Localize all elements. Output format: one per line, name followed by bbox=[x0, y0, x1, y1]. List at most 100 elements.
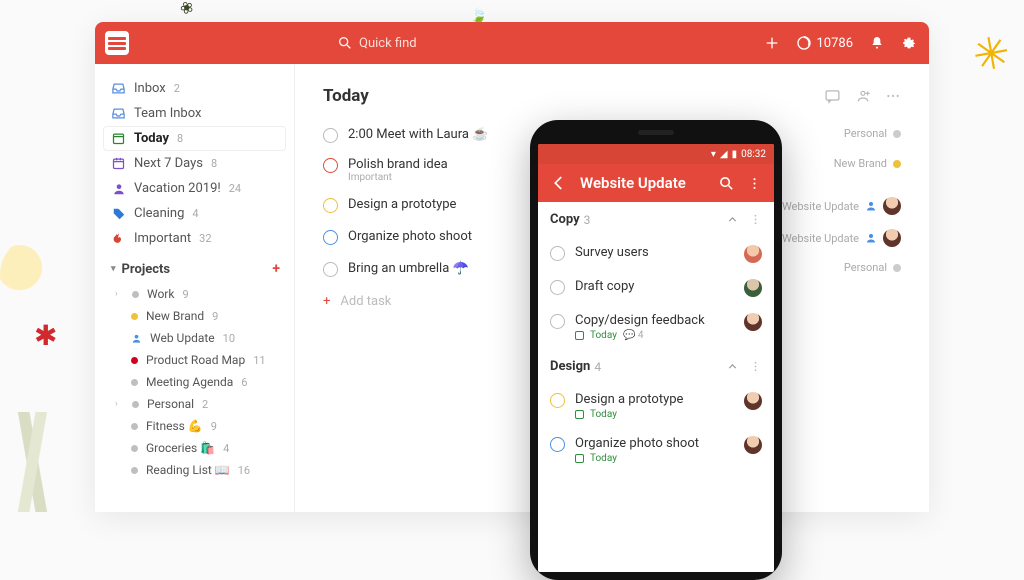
sidebar-item-label-cleaning[interactable]: Cleaning 4 bbox=[95, 201, 294, 226]
search-icon[interactable] bbox=[718, 175, 735, 192]
phone-task-row[interactable]: Draft copy bbox=[538, 271, 774, 305]
phone-task-row[interactable]: Design a prototypeToday bbox=[538, 384, 774, 428]
sidebar-item-team-inbox[interactable]: Team Inbox bbox=[95, 101, 294, 126]
today-icon bbox=[111, 131, 126, 146]
project-color-dot bbox=[893, 130, 901, 138]
task-checkbox[interactable] bbox=[323, 230, 338, 245]
person-icon bbox=[865, 200, 877, 212]
phone-mockup: ▾ ◢ ▮ 08:32 Website Update Copy3Survey u… bbox=[530, 120, 782, 580]
sidebar-item-count: 8 bbox=[211, 157, 217, 170]
back-icon[interactable] bbox=[550, 174, 568, 192]
decor-blob bbox=[0, 238, 65, 312]
more-vertical-icon[interactable] bbox=[749, 213, 762, 226]
sidebar-item-next7[interactable]: Next 7 Days 8 bbox=[95, 151, 294, 176]
avatar bbox=[883, 197, 901, 215]
avatar bbox=[883, 229, 901, 247]
task-checkbox[interactable] bbox=[323, 128, 338, 143]
due-label: Today bbox=[590, 453, 617, 464]
phone-task-row[interactable]: Copy/design feedbackToday💬 4 bbox=[538, 305, 774, 349]
quick-find[interactable] bbox=[137, 35, 756, 51]
task-title: Organize photo shoot bbox=[575, 436, 699, 451]
add-project-icon[interactable]: + bbox=[272, 261, 280, 277]
project-count: 16 bbox=[238, 464, 250, 477]
section-name: Copy bbox=[550, 212, 580, 227]
project-count: 9 bbox=[212, 310, 218, 323]
sidebar-item-inbox[interactable]: Inbox 2 bbox=[95, 76, 294, 101]
task-checkbox[interactable] bbox=[550, 437, 565, 452]
project-item[interactable]: Groceries 🛍️ 4 bbox=[95, 437, 294, 459]
tag-icon bbox=[111, 206, 126, 221]
more-vertical-icon[interactable] bbox=[747, 176, 762, 191]
sidebar-item-label: Important bbox=[134, 231, 191, 246]
phone-task-row[interactable]: Survey users bbox=[538, 237, 774, 271]
task-meta: Website Update bbox=[782, 229, 901, 247]
karma-points[interactable]: 10786 bbox=[796, 35, 853, 51]
share-icon[interactable] bbox=[855, 88, 871, 104]
project-count: 2 bbox=[202, 398, 208, 411]
bell-icon[interactable] bbox=[869, 35, 885, 51]
person-icon bbox=[865, 232, 877, 244]
sidebar-item-count: 8 bbox=[177, 132, 183, 145]
task-checkbox[interactable] bbox=[550, 393, 565, 408]
app-logo[interactable] bbox=[105, 31, 129, 55]
task-title: Draft copy bbox=[575, 279, 634, 294]
task-meta: New Brand bbox=[834, 157, 901, 170]
chevron-up-icon[interactable] bbox=[726, 360, 739, 373]
project-color-dot bbox=[131, 423, 138, 430]
task-checkbox[interactable] bbox=[550, 280, 565, 295]
sidebar-item-count: 24 bbox=[229, 182, 241, 195]
task-title: Survey users bbox=[575, 245, 649, 260]
project-color-dot bbox=[893, 264, 901, 272]
add-icon[interactable] bbox=[764, 35, 780, 51]
phone-section-header[interactable]: Copy3 bbox=[538, 202, 774, 237]
search-input[interactable] bbox=[359, 36, 499, 51]
project-color-dot bbox=[893, 160, 901, 168]
section-count: 4 bbox=[594, 360, 601, 374]
project-item[interactable]: Meeting Agenda6 bbox=[95, 371, 294, 393]
more-vertical-icon[interactable] bbox=[749, 360, 762, 373]
phone-task-row[interactable]: Organize photo shoot Today bbox=[538, 428, 774, 472]
projects-header-label: Projects bbox=[122, 262, 171, 277]
projects-header[interactable]: ▾ Projects + bbox=[95, 251, 294, 283]
calendar-icon bbox=[575, 454, 584, 463]
project-item[interactable]: New Brand9 bbox=[95, 305, 294, 327]
project-item[interactable]: ›Personal2 bbox=[95, 393, 294, 415]
decor-leaf: ❀ bbox=[177, 0, 197, 19]
sidebar-item-label: Inbox bbox=[134, 81, 166, 96]
chevron-up-icon[interactable] bbox=[726, 213, 739, 226]
project-item[interactable]: ›Work9 bbox=[95, 283, 294, 305]
task-checkbox[interactable] bbox=[550, 314, 565, 329]
phone-section-header[interactable]: Design4 bbox=[538, 349, 774, 384]
phone-title: Website Update bbox=[580, 174, 706, 192]
decor-sparkle: ✳︎ bbox=[969, 25, 1014, 83]
page-title: Today bbox=[323, 86, 810, 106]
project-color-dot bbox=[131, 467, 138, 474]
project-item[interactable]: Reading List 📖16 bbox=[95, 459, 294, 481]
project-count: 4 bbox=[223, 442, 229, 455]
comments-icon[interactable] bbox=[824, 88, 841, 105]
sidebar: Inbox 2 Team Inbox Today 8 bbox=[95, 64, 295, 512]
app-header: 10786 bbox=[95, 22, 929, 64]
calendar-icon bbox=[111, 156, 126, 171]
project-item[interactable]: Web Update10 bbox=[95, 327, 294, 349]
task-checkbox[interactable] bbox=[323, 158, 338, 173]
points-value: 10786 bbox=[816, 36, 853, 51]
gear-icon[interactable] bbox=[901, 35, 917, 51]
project-count: 9 bbox=[182, 288, 188, 301]
wifi-icon: ▾ bbox=[711, 149, 716, 160]
project-item[interactable]: Product Road Map11 bbox=[95, 349, 294, 371]
project-item[interactable]: Fitness 💪9 bbox=[95, 415, 294, 437]
task-checkbox[interactable] bbox=[323, 262, 338, 277]
sidebar-item-filter-important[interactable]: Important 32 bbox=[95, 226, 294, 251]
task-checkbox[interactable] bbox=[323, 198, 338, 213]
task-meta: Personal bbox=[844, 261, 901, 274]
sidebar-item-today[interactable]: Today 8 bbox=[103, 126, 286, 151]
project-label: Work bbox=[147, 287, 174, 301]
more-icon[interactable] bbox=[885, 88, 901, 104]
person-icon bbox=[131, 333, 142, 344]
task-project-label: New Brand bbox=[834, 157, 887, 170]
decor-asterisk: ✱ bbox=[34, 319, 57, 352]
task-checkbox[interactable] bbox=[550, 246, 565, 261]
project-label: Groceries 🛍️ bbox=[146, 441, 215, 455]
sidebar-item-filter-vacation[interactable]: Vacation 2019! 24 bbox=[95, 176, 294, 201]
